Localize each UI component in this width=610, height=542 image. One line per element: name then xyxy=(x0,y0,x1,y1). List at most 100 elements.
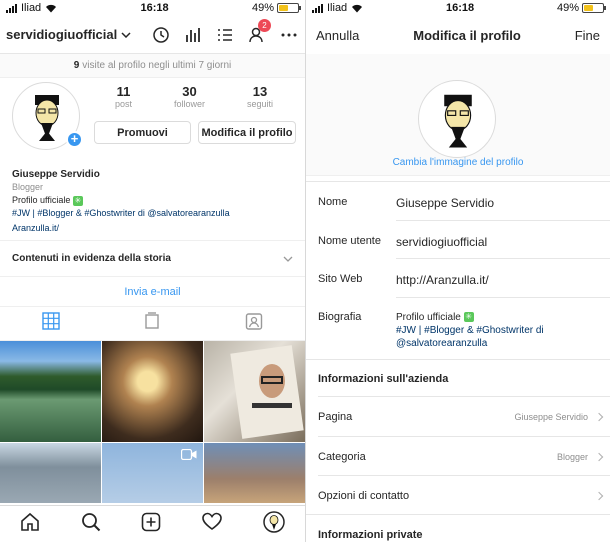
battery-percent: 49% xyxy=(251,2,274,14)
chevron-down-icon xyxy=(283,256,293,262)
notification-badge: 2 xyxy=(258,18,271,32)
profile-tabs xyxy=(0,307,305,341)
battery-fill xyxy=(278,5,288,11)
avatar-illustration xyxy=(444,94,472,148)
bottom-navigation xyxy=(0,505,305,542)
wifi-icon xyxy=(46,4,57,12)
profile-screen: Iliad 16:18 49% servidiogiuofficial 2 9 … xyxy=(0,0,305,542)
green-asterisk-icon: ✳ xyxy=(72,195,83,206)
edit-profile-button[interactable]: Modifica il profilo xyxy=(198,121,296,144)
add-story-icon[interactable]: + xyxy=(66,131,83,148)
bio-tags[interactable]: #JW | #Blogger & #Ghostwriter di @salvat… xyxy=(12,207,293,220)
done-button[interactable]: Fine xyxy=(575,28,600,43)
category-value: Blogger xyxy=(556,452,588,462)
avatar[interactable] xyxy=(418,80,496,158)
profile-bio: Giuseppe Servidio Blogger Profilo uffici… xyxy=(0,168,305,240)
contact-options-label: Opzioni di contatto xyxy=(318,490,410,502)
post-thumbnail-rocks[interactable] xyxy=(102,341,203,442)
grid-tab-icon[interactable] xyxy=(42,312,60,335)
home-icon[interactable] xyxy=(20,512,40,537)
website-label: Sito Web xyxy=(318,273,363,285)
send-email-button[interactable]: Invia e-mail xyxy=(0,277,305,307)
profile-username: servidiogiuofficial xyxy=(6,27,118,42)
visits-text: visite al profilo negli ultimi 7 giorni xyxy=(82,60,232,71)
bio-line1: Profilo ufficiale xyxy=(12,195,71,205)
promote-button[interactable]: Promuovi xyxy=(94,121,191,144)
video-camera-icon xyxy=(181,449,197,460)
posts-label: post xyxy=(114,99,132,109)
page-row[interactable]: Pagina Giuseppe Servidio xyxy=(318,411,604,423)
username-label: Nome utente xyxy=(318,235,381,247)
story-highlights-row[interactable]: Contenuti in evidenza della storia xyxy=(0,240,305,277)
discover-people-icon[interactable]: 2 xyxy=(247,18,271,45)
bio-field[interactable]: Profilo ufficiale ✳ #JW | #Blogger & #Gh… xyxy=(396,311,606,350)
divider xyxy=(396,220,610,221)
profile-visits-banner[interactable]: 9 visite al profilo negli ultimi 7 giorn… xyxy=(0,54,305,78)
list-icon[interactable] xyxy=(215,25,235,45)
followers-label: follower xyxy=(173,99,205,109)
business-info-heading: Informazioni sull'azienda xyxy=(318,373,449,385)
battery-icon xyxy=(276,3,301,13)
battery-percent: 49% xyxy=(556,2,579,14)
category-row[interactable]: Categoria Blogger xyxy=(318,451,604,463)
posts-stat[interactable]: 11 post xyxy=(115,84,132,109)
website-field[interactable]: http://Aranzulla.it/ xyxy=(396,273,606,287)
carrier-name: Iliad xyxy=(327,2,348,14)
post-thumbnail-rocks-2[interactable] xyxy=(0,443,101,503)
archive-icon[interactable] xyxy=(151,25,171,45)
wifi-icon xyxy=(352,4,363,12)
status-bar: Iliad 16:18 49% xyxy=(0,0,305,16)
followers-stat[interactable]: 30 follower xyxy=(174,84,205,109)
visits-count: 9 xyxy=(73,60,80,71)
edit-profile-screen: Iliad 16:18 49% Annulla Modifica il prof… xyxy=(306,0,610,542)
account-switcher[interactable]: servidiogiuofficial xyxy=(6,27,151,42)
name-field[interactable]: Giuseppe Servidio xyxy=(396,196,606,210)
screenshot-composite: Iliad 16:18 49% servidiogiuofficial 2 9 … xyxy=(0,0,610,542)
signal-icon xyxy=(312,3,323,13)
more-options-icon[interactable] xyxy=(279,25,299,45)
insights-icon[interactable] xyxy=(183,25,203,45)
post-thumbnail-lake[interactable] xyxy=(0,341,101,442)
bio-line1: Profilo ufficiale xyxy=(396,312,461,323)
post-thumbnail-book[interactable] xyxy=(204,341,305,442)
private-info-heading: Informazioni private xyxy=(318,529,423,541)
username-field[interactable]: servidiogiuofficial xyxy=(396,235,606,249)
contact-options-row[interactable]: Opzioni di contatto xyxy=(318,490,604,502)
divider xyxy=(396,297,610,298)
profile-full-name: Giuseppe Servidio xyxy=(12,169,100,180)
name-label: Nome xyxy=(318,196,348,208)
chevron-down-icon xyxy=(121,31,131,38)
divider xyxy=(306,359,610,360)
post-thumbnail-sunset[interactable] xyxy=(204,443,305,503)
battery-fill xyxy=(583,5,593,11)
signal-icon xyxy=(6,3,17,13)
category-label: Categoria xyxy=(318,451,366,463)
profile-website-link[interactable]: Aranzulla.it/ xyxy=(12,222,293,235)
profile-tab-avatar[interactable] xyxy=(262,510,285,538)
post-thumbnail-sky-video[interactable] xyxy=(102,443,203,503)
change-photo-button[interactable]: Cambia l'immagine del profilo xyxy=(306,157,610,168)
search-icon[interactable] xyxy=(81,512,101,537)
bio-label: Biografia xyxy=(318,311,362,323)
tagged-tab-icon[interactable] xyxy=(245,312,263,335)
book-cover-illustration xyxy=(230,345,304,439)
chevron-right-icon xyxy=(594,412,604,422)
igtv-tab-icon[interactable] xyxy=(144,312,160,335)
divider xyxy=(318,396,610,397)
divider xyxy=(396,258,610,259)
status-bar: Iliad 16:18 49% xyxy=(306,0,610,16)
following-stat[interactable]: 13 seguiti xyxy=(247,84,273,109)
page-value: Giuseppe Servidio xyxy=(514,412,588,422)
following-count: 13 xyxy=(252,84,268,99)
clock: 16:18 xyxy=(446,2,475,14)
activity-heart-icon[interactable] xyxy=(202,512,222,537)
green-asterisk-icon: ✳ xyxy=(463,312,474,323)
profile-summary: + 11 post 30 follower 13 seguiti Promuovi M… xyxy=(0,78,305,168)
following-label: seguiti xyxy=(246,99,273,109)
new-post-icon[interactable] xyxy=(141,512,161,537)
divider xyxy=(306,514,610,515)
bio-line3: @salvatorearanzulla xyxy=(396,338,488,349)
carrier-name: Iliad xyxy=(21,2,42,14)
edit-profile-header: Annulla Modifica il profilo Fine xyxy=(306,16,610,54)
cancel-button[interactable]: Annulla xyxy=(316,28,359,43)
